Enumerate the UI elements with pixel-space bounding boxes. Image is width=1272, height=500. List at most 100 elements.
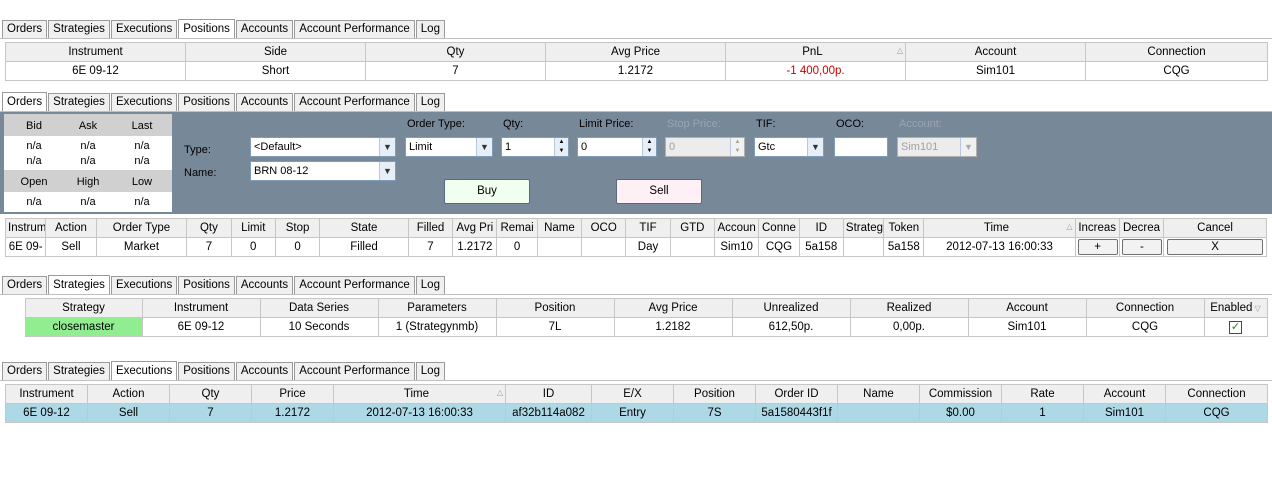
column-header[interactable]: Unrealized xyxy=(731,298,851,318)
tab-strategies[interactable]: Strategies xyxy=(48,362,110,380)
column-header-time[interactable]: Time △ xyxy=(923,218,1076,238)
column-header[interactable]: Commission xyxy=(919,384,1002,404)
tab-strategies[interactable]: Strategies xyxy=(48,20,110,38)
table-row[interactable]: 6E 09- Sell Market 7 0 0 Filled 7 1.2172… xyxy=(4,237,1267,257)
column-header[interactable]: Qty xyxy=(365,42,546,62)
column-header[interactable]: Instrument xyxy=(141,298,261,318)
tab-log[interactable]: Log xyxy=(415,362,445,380)
table-row[interactable]: 6E 09-12 Sell 7 1.2172 2012-07-13 16:00:… xyxy=(5,403,1268,423)
column-header[interactable]: Position xyxy=(673,384,756,404)
column-header[interactable]: Qty xyxy=(186,218,232,238)
column-header-pnl[interactable]: PnL △ xyxy=(725,42,906,62)
buy-button[interactable]: Buy xyxy=(444,179,530,204)
column-header[interactable]: Order ID xyxy=(755,384,838,404)
column-header[interactable]: Avg Pri xyxy=(452,218,498,238)
tab-orders[interactable]: Orders xyxy=(2,20,48,38)
tif-select[interactable]: Gtc ▼ xyxy=(754,137,824,157)
column-header-time[interactable]: Time △ xyxy=(333,384,506,404)
column-header[interactable]: Connection xyxy=(1085,42,1268,62)
column-header[interactable]: Connection xyxy=(1085,298,1205,318)
column-header[interactable]: Instrument xyxy=(5,384,88,404)
column-header[interactable]: Avg Price xyxy=(545,42,726,62)
chevron-down-icon[interactable]: ▼ xyxy=(379,138,395,156)
column-header[interactable]: Increas xyxy=(1074,218,1120,238)
stepper-arrows-icon[interactable]: ▲ ▼ xyxy=(642,138,656,156)
tab-account-performance[interactable]: Account Performance xyxy=(294,93,415,111)
column-header[interactable]: Account xyxy=(1083,384,1166,404)
column-header[interactable]: E/X xyxy=(591,384,674,404)
column-header[interactable]: Position xyxy=(495,298,615,318)
tab-strategies[interactable]: Strategies xyxy=(48,93,110,111)
column-header[interactable]: Stop xyxy=(274,218,321,238)
column-header[interactable]: Name xyxy=(536,218,583,238)
column-header[interactable]: Account xyxy=(905,42,1086,62)
column-header[interactable]: Connection xyxy=(1165,384,1268,404)
column-header[interactable]: Cancel xyxy=(1163,218,1267,238)
tab-strategies[interactable]: Strategies xyxy=(48,275,110,295)
column-header[interactable]: Name xyxy=(837,384,920,404)
tab-executions[interactable]: Executions xyxy=(110,361,178,381)
tab-account-performance[interactable]: Account Performance xyxy=(294,276,415,294)
tab-positions[interactable]: Positions xyxy=(178,93,235,111)
type-select[interactable]: <Default> ▼ xyxy=(250,137,396,157)
tab-orders[interactable]: Orders xyxy=(2,362,48,380)
column-header[interactable]: Rate xyxy=(1001,384,1084,404)
tab-positions[interactable]: Positions xyxy=(178,362,235,380)
column-header[interactable]: Price xyxy=(251,384,334,404)
column-header[interactable]: Limit xyxy=(230,218,276,238)
tab-executions[interactable]: Executions xyxy=(110,276,178,294)
tab-log[interactable]: Log xyxy=(415,276,445,294)
cancel-order-button[interactable]: X xyxy=(1167,239,1264,255)
column-header[interactable]: Strateg xyxy=(842,218,885,238)
column-header[interactable]: Side xyxy=(185,42,366,62)
decrease-button[interactable]: - xyxy=(1121,239,1162,255)
column-header[interactable]: Action xyxy=(87,384,170,404)
column-header[interactable]: Conne xyxy=(758,218,800,238)
limit-price-stepper[interactable]: 0 ▲ ▼ xyxy=(577,137,657,157)
increase-button[interactable]: + xyxy=(1077,239,1118,255)
sell-button[interactable]: Sell xyxy=(616,179,702,204)
column-header[interactable]: Avg Price xyxy=(613,298,733,318)
stepper-arrows-icon[interactable]: ▲ ▼ xyxy=(554,138,568,156)
tab-orders[interactable]: Orders xyxy=(2,92,48,112)
column-header[interactable]: GTD xyxy=(669,218,716,238)
tab-positions[interactable]: Positions xyxy=(178,19,235,39)
column-header[interactable]: Remai xyxy=(496,218,538,238)
column-header[interactable]: Strategy xyxy=(24,298,143,318)
column-header[interactable]: TIF xyxy=(625,218,671,238)
oco-input[interactable] xyxy=(834,137,888,157)
column-header[interactable]: Parameters xyxy=(377,298,497,318)
column-header[interactable]: Data Series xyxy=(259,298,379,318)
column-header[interactable]: Action xyxy=(45,218,97,238)
order-type-select[interactable]: Limit ▼ xyxy=(405,137,493,157)
column-header[interactable]: Instrument xyxy=(5,42,186,62)
tab-log[interactable]: Log xyxy=(415,93,445,111)
table-row[interactable]: closemaster 6E 09-12 10 Seconds 1 (Strat… xyxy=(5,317,1268,337)
column-header[interactable]: Account xyxy=(967,298,1087,318)
column-header[interactable]: Accoun xyxy=(713,218,760,238)
tab-accounts[interactable]: Accounts xyxy=(235,20,294,38)
tab-log[interactable]: Log xyxy=(415,20,445,38)
qty-stepper[interactable]: 1 ▲ ▼ xyxy=(501,137,569,157)
chevron-down-icon[interactable]: ▼ xyxy=(476,138,492,156)
tab-executions[interactable]: Executions xyxy=(110,93,178,111)
tab-accounts[interactable]: Accounts xyxy=(235,276,294,294)
column-header[interactable]: Qty xyxy=(169,384,252,404)
column-header[interactable]: Realized xyxy=(849,298,969,318)
chevron-down-icon[interactable]: ▼ xyxy=(379,162,395,180)
tab-accounts[interactable]: Accounts xyxy=(235,362,294,380)
tab-orders[interactable]: Orders xyxy=(2,276,48,294)
column-header[interactable]: Order Type xyxy=(95,218,188,238)
tab-account-performance[interactable]: Account Performance xyxy=(294,20,415,38)
enabled-checkbox[interactable]: ✓ xyxy=(1229,320,1242,334)
tab-positions[interactable]: Positions xyxy=(178,276,235,294)
column-header[interactable]: Decrea xyxy=(1118,218,1165,238)
chevron-down-icon[interactable]: ▼ xyxy=(807,138,823,156)
column-header[interactable]: Filled xyxy=(407,218,454,238)
column-header[interactable]: OCO xyxy=(581,218,627,238)
column-header[interactable]: ID xyxy=(798,218,844,238)
tab-account-performance[interactable]: Account Performance xyxy=(294,362,415,380)
tab-accounts[interactable]: Accounts xyxy=(235,93,294,111)
column-header[interactable]: ID xyxy=(505,384,592,404)
column-header[interactable]: State xyxy=(319,218,409,238)
